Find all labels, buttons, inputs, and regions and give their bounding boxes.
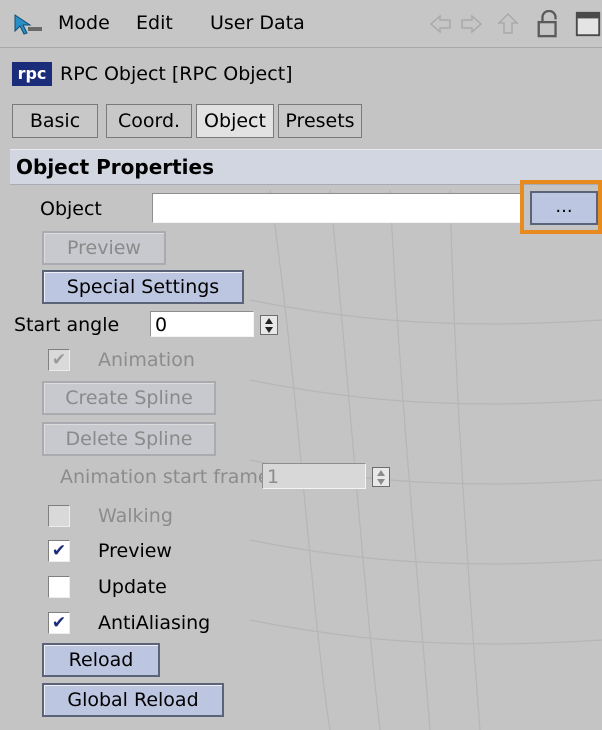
antialiasing-label: AntiAliasing <box>98 612 211 634</box>
start-angle-spinner[interactable] <box>260 315 278 335</box>
update-label: Update <box>98 576 167 598</box>
menu-mode[interactable]: Mode <box>58 9 110 37</box>
animation-checkbox[interactable]: ✔ <box>48 349 70 371</box>
object-title: RPC Object [RPC Object] <box>60 63 293 85</box>
new-panel-icon[interactable] <box>574 10 602 38</box>
menu-edit[interactable]: Edit <box>136 9 173 37</box>
tab-coord[interactable]: Coord. <box>106 104 192 138</box>
object-label: Object <box>40 198 102 220</box>
walking-checkbox[interactable] <box>48 505 70 527</box>
attribute-manager-panel: Mode Edit User Data rpc RPC Object [RPC … <box>0 0 602 730</box>
cursor-arrow-icon[interactable] <box>12 13 46 37</box>
section-title: Object Properties <box>16 155 215 179</box>
menu-user-data[interactable]: User Data <box>210 9 305 37</box>
tab-presets[interactable]: Presets <box>278 104 362 138</box>
create-spline-button[interactable]: Create Spline <box>42 381 216 415</box>
antialiasing-checkbox[interactable]: ✔ <box>48 612 70 634</box>
up-arrow-icon[interactable] <box>495 10 521 38</box>
object-field[interactable] <box>152 193 524 223</box>
preview-button[interactable]: Preview <box>42 231 166 265</box>
animation-start-frame-spinner[interactable] <box>372 467 390 487</box>
rpc-logo: rpc <box>12 62 52 86</box>
update-checkbox[interactable] <box>48 576 70 598</box>
reload-button[interactable]: Reload <box>42 643 160 677</box>
global-reload-button[interactable]: Global Reload <box>42 683 224 717</box>
start-angle-label: Start angle <box>14 314 120 336</box>
back-arrow-icon[interactable] <box>428 10 454 38</box>
start-angle-field[interactable]: 0 <box>150 311 254 337</box>
preview-checkbox-label: Preview <box>98 540 172 562</box>
animation-start-frame-field[interactable]: 1 <box>262 463 366 489</box>
walking-label: Walking <box>98 505 173 527</box>
preview-checkbox[interactable]: ✔ <box>48 540 70 562</box>
tab-basic[interactable]: Basic <box>12 104 98 138</box>
animation-label: Animation <box>98 349 195 371</box>
browse-button[interactable]: ... <box>530 191 598 225</box>
tab-object[interactable]: Object <box>196 104 274 138</box>
delete-spline-button[interactable]: Delete Spline <box>42 422 216 456</box>
animation-start-frame-label: Animation start frame <box>60 466 270 488</box>
special-settings-button[interactable]: Special Settings <box>42 270 244 304</box>
forward-arrow-icon[interactable] <box>458 10 484 38</box>
lock-icon[interactable] <box>535 10 563 38</box>
